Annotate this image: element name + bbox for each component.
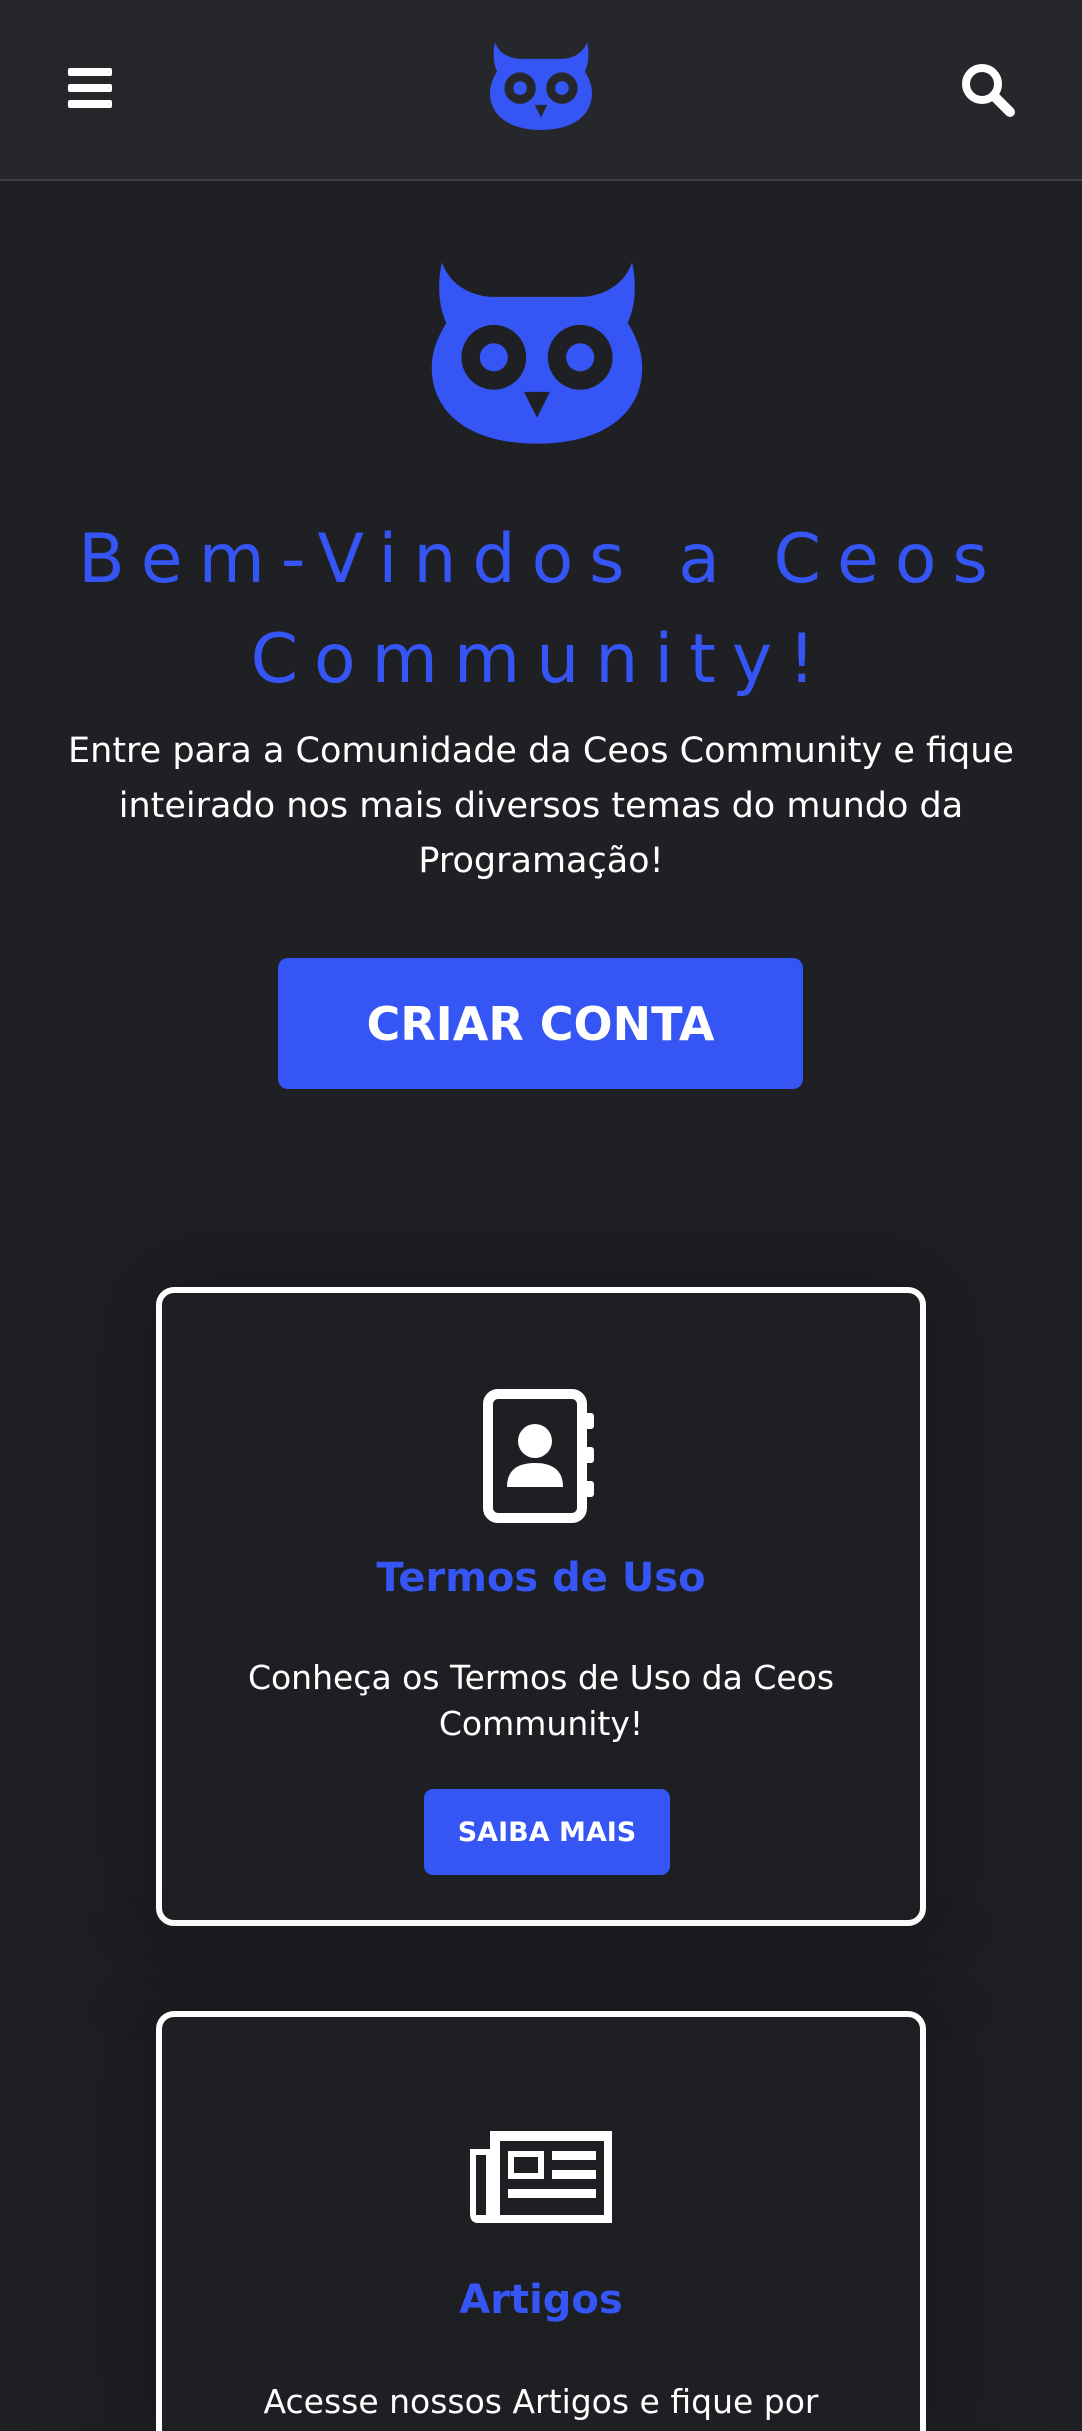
menu-button[interactable] <box>68 68 116 110</box>
address-book-icon <box>483 1389 594 1523</box>
owl-logo-icon[interactable] <box>488 40 594 132</box>
card-title: Termos de Uso <box>376 1555 706 1601</box>
learn-more-button[interactable]: SAIBA MAIS <box>424 1789 670 1875</box>
hero-title: Bem-Vindos a Ceos Community! <box>78 520 1004 699</box>
card-description: Acesse nossos Artigos e fique por <box>263 2382 819 2421</box>
hamburger-menu-icon <box>68 68 112 76</box>
search-icon[interactable] <box>960 62 1016 118</box>
top-navigation-bar <box>0 0 1082 181</box>
hamburger-menu-icon-line <box>68 100 112 108</box>
create-account-button[interactable]: CRIAR CONTA <box>278 958 803 1089</box>
terms-card: Termos de Uso Conheça os Termos de Uso d… <box>156 1287 926 1926</box>
articles-card: Artigos Acesse nossos Artigos e fique po… <box>156 2011 926 2431</box>
card-description: Conheça os Termos de Uso da Ceos Communi… <box>247 1658 835 1743</box>
newspaper-icon <box>470 2131 612 2223</box>
owl-logo-icon <box>431 262 643 444</box>
card-title: Artigos <box>459 2277 623 2323</box>
hamburger-menu-icon-line <box>68 84 112 92</box>
hero-subtitle: Entre para a Comunidade da Ceos Communit… <box>68 731 1014 881</box>
